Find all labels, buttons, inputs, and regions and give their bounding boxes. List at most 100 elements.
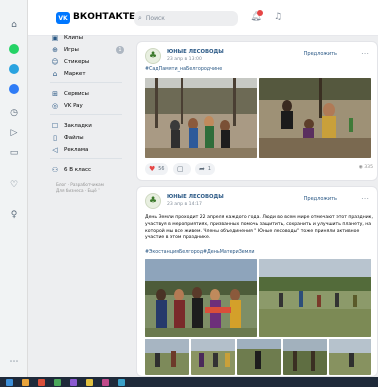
post-photo[interactable] (283, 339, 327, 375)
file-icon: ▯ (53, 134, 57, 142)
post-card: ♣ ЮНЫЕ ЛЕСОВОДЫ 23 апр в 13:00 Предложит… (136, 41, 378, 181)
notification-badge (257, 10, 263, 16)
app-icon[interactable] (86, 379, 93, 386)
share-button[interactable]: ➦ 1 (195, 163, 215, 175)
post-photo[interactable] (145, 78, 257, 158)
menu-footer-links[interactable]: Блог · Разработчикам Для бизнеса · Ещё ˅ (56, 182, 128, 194)
whatsapp-icon[interactable] (7, 42, 21, 56)
menu-item-label: VK Pay (64, 103, 83, 109)
views-count: 335 (364, 165, 373, 170)
post-photo[interactable] (145, 339, 189, 375)
bookmark-icon: ☐ (51, 122, 59, 130)
post-text: День Земли проходит 22 апреля каждого го… (145, 215, 373, 241)
menu-item-files[interactable]: ▯ Файлы (50, 132, 128, 144)
avatar[interactable]: ♣ (145, 193, 161, 209)
browser-sidebar: ⌂ ◷ ▷ ▭ ♡ ♀ ⋯ (0, 0, 28, 387)
taskbar (0, 377, 378, 387)
comment-button[interactable]: ▢ (173, 163, 191, 175)
menu-item-services[interactable]: ⊞ Сервисы (50, 88, 128, 100)
menu-item-market[interactable]: ⌂ Маркет (50, 68, 128, 80)
photo-earth-day-group (145, 259, 257, 337)
photo-thumb-3 (237, 339, 281, 375)
photo-field-planting (259, 259, 371, 337)
menu-item-label: Закладки (64, 123, 92, 129)
messenger-icon[interactable] (7, 82, 21, 96)
clock-icon[interactable]: ◷ (7, 106, 21, 120)
explorer-icon[interactable] (22, 379, 29, 386)
photo-thumb-2 (191, 339, 235, 375)
app-icon[interactable] (70, 379, 77, 386)
menu-item-label: Клипы (64, 35, 83, 41)
bulb-icon[interactable]: ♀ (7, 208, 21, 222)
market-icon: ⌂ (52, 70, 58, 78)
group-icon: ⚇ (51, 166, 59, 174)
list-icon[interactable]: ▭ (7, 146, 21, 160)
post-author[interactable]: ЮНЫЕ ЛЕСОВОДЫ (167, 49, 224, 55)
like-button[interactable]: ♥ 56 (145, 163, 169, 175)
menu-item-games[interactable]: ⊕ Игры 1 (50, 44, 128, 56)
telegram-icon[interactable] (7, 62, 21, 76)
post-photo[interactable] (237, 339, 281, 375)
sticker-icon: ☺ (51, 58, 59, 66)
menu-item-clips[interactable]: ▣ Клипы (50, 32, 128, 44)
search-placeholder: Поиск (145, 15, 165, 22)
more-options-icon[interactable]: ⋯ (361, 194, 369, 203)
post-photo[interactable] (191, 339, 235, 375)
vk-logo-icon[interactable]: VK (56, 12, 70, 24)
menu-item-label: 6 В класс (64, 167, 92, 173)
share-count: 1 (207, 166, 211, 172)
post-photo[interactable] (329, 339, 371, 375)
more-icon[interactable]: ⋯ (7, 355, 21, 369)
menu-divider (50, 82, 122, 83)
post-author[interactable]: ЮНЫЕ ЛЕСОВОДЫ (167, 194, 224, 200)
app-icon[interactable] (118, 379, 125, 386)
start-icon[interactable] (6, 379, 13, 386)
menu-item-vkpay[interactable]: ◎ VK Pay (50, 100, 128, 112)
views-counter: ◉ 335 (359, 165, 373, 170)
home-icon[interactable]: ⌂ (7, 18, 21, 32)
vk-logo-text[interactable]: ВКОНТАКТЕ (73, 12, 135, 22)
heart-outline-icon[interactable]: ♡ (7, 178, 21, 192)
suggest-button[interactable]: Предложить (304, 196, 337, 202)
suggest-button[interactable]: Предложить (304, 51, 337, 57)
gamepad-icon: ⊕ (52, 46, 58, 54)
post-card: ♣ ЮНЫЕ ЛЕСОВОДЫ 23 апр в 14:17 Предложит… (136, 186, 378, 377)
ads-icon: ◁ (52, 146, 58, 154)
menu-divider (50, 114, 122, 115)
post-photo[interactable] (259, 78, 371, 158)
menu-item-label: Стикеры (64, 59, 90, 65)
more-options-icon[interactable]: ⋯ (361, 49, 369, 58)
eye-icon: ◉ (358, 165, 363, 170)
menu-item-stickers[interactable]: ☺ Стикеры (50, 56, 128, 68)
heart-icon: ♥ (149, 165, 156, 173)
menu-divider (50, 158, 122, 159)
share-icon: ➦ (199, 165, 205, 173)
post-hashtags[interactable]: #ЭкостанцияБелгород#ДеньМатериЗемли (145, 250, 255, 255)
clips-icon: ▣ (51, 34, 59, 42)
menu-item-label: Реклама (64, 147, 89, 153)
post-photo[interactable] (259, 259, 371, 337)
menu-item-ads[interactable]: ◁ Реклама (50, 144, 128, 156)
app-icon[interactable] (102, 379, 109, 386)
menu-item-label: Сервисы (64, 91, 89, 97)
post-date[interactable]: 23 апр в 14:17 (167, 202, 202, 207)
post-hashtags[interactable]: #СадПамяти_наБелгородчине (145, 67, 222, 72)
top-header: VK ВКОНТАКТЕ ⌕ Поиск 🔔︎ ♫ (28, 0, 378, 36)
menu-item-group[interactable]: ⚇ 6 В класс (50, 164, 128, 176)
music-icon[interactable]: ♫ (272, 12, 284, 24)
post-actions: ♥ 56 ▢ ➦ 1 ◉ 335 (145, 163, 373, 177)
post-photo[interactable] (145, 259, 257, 337)
services-icon: ⊞ (52, 90, 58, 98)
menu-item-bookmarks[interactable]: ☐ Закладки (50, 120, 128, 132)
avatar[interactable]: ♣ (145, 48, 161, 64)
search-input[interactable]: ⌕ Поиск (134, 11, 238, 26)
menu-item-label: Игры (64, 47, 79, 53)
app-icon[interactable] (54, 379, 61, 386)
photo-tree-planting-2 (259, 78, 371, 158)
app-icon[interactable] (38, 379, 45, 386)
photo-thumb-1 (145, 339, 189, 375)
post-date[interactable]: 23 апр в 13:00 (167, 57, 202, 62)
play-icon[interactable]: ▷ (7, 126, 21, 140)
games-count-badge: 1 (116, 46, 124, 54)
photo-tree-planting-1 (145, 78, 257, 158)
